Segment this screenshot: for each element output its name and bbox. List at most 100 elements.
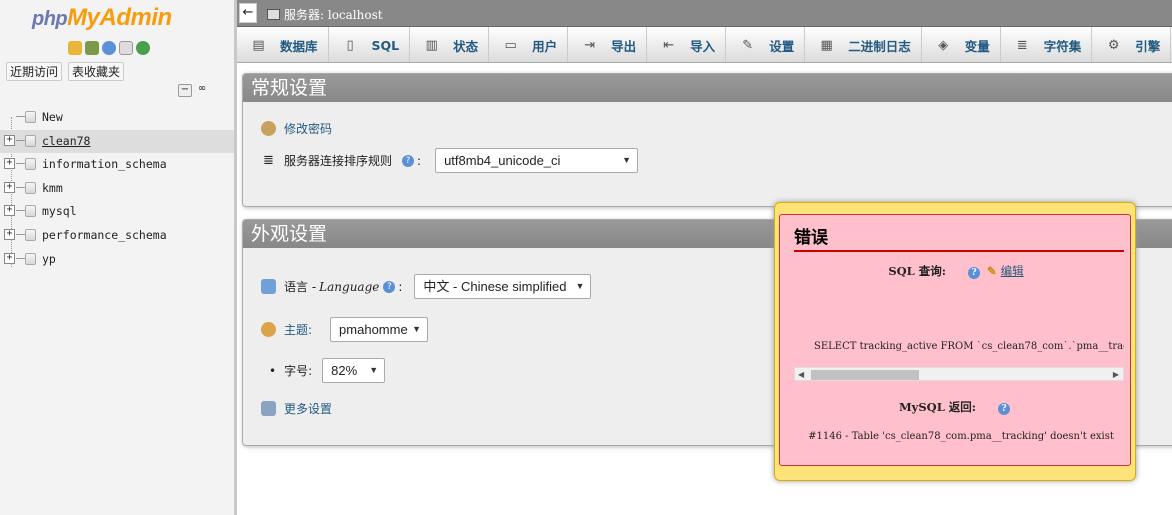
expand-icon[interactable]: + <box>4 158 15 170</box>
mysql-response-heading: MySQL 返回: ? <box>780 399 1132 415</box>
database-icon <box>25 134 36 147</box>
menu-item-label: 数据库 <box>280 38 318 54</box>
tree-item-label[interactable]: performance_schema <box>42 224 167 246</box>
help-icon[interactable] <box>102 41 116 55</box>
export-icon: ⇥ <box>584 37 596 53</box>
font-size-label: 字号: <box>284 364 313 378</box>
tree-item-label[interactable]: yp <box>42 248 56 270</box>
menu-item-label: 字符集 <box>1043 38 1082 54</box>
tree-item-label[interactable]: information_schema <box>42 153 167 175</box>
new-database-icon <box>25 111 36 123</box>
import-icon: ⇤ <box>663 37 675 53</box>
scroll-right-icon[interactable]: ▶ <box>1113 368 1119 381</box>
expand-icon[interactable]: + <box>4 252 15 264</box>
engine-icon: ⚙ <box>1107 37 1120 53</box>
collation-select[interactable]: utf8mb4_unicode_ci <box>435 148 639 173</box>
tab-charset[interactable]: ≣ 字符集 <box>1001 27 1093 62</box>
navigation-panel: phpMyAdmin 近期访问 表收藏夹 − ∞ New + clean78 + inf… <box>0 0 236 515</box>
tab-export[interactable]: ⇥ 导出 <box>568 27 648 62</box>
menu-item-label: 二进制日志 <box>848 38 911 54</box>
tree-item-label[interactable]: New <box>42 106 63 128</box>
tree-branch-line <box>16 186 25 188</box>
database-icon <box>25 158 36 171</box>
scroll-left-icon[interactable]: ◀ <box>798 368 804 381</box>
tree-item-label[interactable]: kmm <box>42 177 63 199</box>
sql-query-text: SELECT tracking_active FROM `cs_clean78_… <box>814 341 1124 352</box>
scrollbar-thumb[interactable] <box>811 370 919 380</box>
general-settings-title: 常规设置 <box>243 74 1172 102</box>
change-password-link[interactable]: 修改密码 <box>284 120 332 137</box>
charset-icon: ≣ <box>1016 37 1028 53</box>
nav-icon-bar <box>68 41 150 55</box>
edit-query-link[interactable]: 编辑 <box>1001 264 1024 278</box>
tree-branch-line <box>16 257 25 259</box>
theme-label[interactable]: 主题: <box>284 321 312 338</box>
expand-icon[interactable]: + <box>4 181 15 193</box>
tree-item[interactable]: + performance_schema <box>0 224 236 248</box>
more-settings-link[interactable]: 更多设置 <box>284 400 332 417</box>
change-password-row[interactable]: 修改密码 <box>261 120 332 137</box>
tab-favorites[interactable]: 表收藏夹 <box>68 62 125 81</box>
settings-icon: ✎ <box>742 37 754 53</box>
tab-settings[interactable]: ✎ 设置 <box>726 27 806 62</box>
docs-icon[interactable] <box>119 41 133 55</box>
tree-item[interactable]: + yp <box>0 248 236 272</box>
tree-item[interactable]: New <box>0 106 236 130</box>
tab-import[interactable]: ⇤ 导入 <box>647 27 727 62</box>
tab-binlog[interactable]: ▦ 二进制日志 <box>805 27 922 62</box>
menu-item-label: 变量 <box>964 38 990 54</box>
status-icon: ▥ <box>425 37 438 53</box>
expand-icon[interactable]: + <box>4 205 15 217</box>
font-size-select[interactable]: 82% <box>322 358 386 383</box>
general-settings-panel: 常规设置 修改密码 ≣ 服务器连接排序规则 ?: utf8mb4_unicode… <box>242 73 1172 207</box>
language-icon <box>261 279 276 294</box>
key-icon <box>261 121 276 136</box>
tab-database[interactable]: ▤ 数据库 <box>237 27 329 62</box>
reload-icon[interactable] <box>136 41 150 55</box>
pencil-icon[interactable]: ✎ <box>987 264 997 278</box>
tree-item[interactable]: + mysql <box>0 200 236 224</box>
language-label-italic: Language <box>319 279 380 294</box>
home-icon[interactable] <box>68 41 82 55</box>
bullet-icon: • <box>269 363 277 378</box>
sql-icon: ▯ <box>346 37 354 53</box>
logo-text-php: php <box>32 8 68 30</box>
tab-variables[interactable]: ◈ 变量 <box>922 27 1001 62</box>
tab-recent[interactable]: 近期访问 <box>6 62 63 81</box>
logo-text-myadmin: MyAdmin <box>67 4 172 31</box>
tree-item[interactable]: + information_schema <box>0 153 236 177</box>
tab-sql[interactable]: ▯ SQL <box>329 27 411 62</box>
mysql-help-icon[interactable]: ? <box>998 403 1011 415</box>
collation-label: 服务器连接排序规则 <box>284 154 393 168</box>
collapse-nav-button[interactable]: ← <box>239 3 257 23</box>
top-menu-tabs: ▤ 数据库 ▯ SQL ▥ 状态 ▭ 用户 ⇥ 导出 ⇤ 导入 ✎ 设置 ▦ 二进制日志 ◈ 变量 ≣ 字符集 ⚙ 引擎 <box>237 27 1172 63</box>
server-breadcrumb[interactable]: 服务器: localhost <box>267 6 383 23</box>
expand-icon[interactable]: + <box>4 228 15 240</box>
query-horizontal-scrollbar[interactable]: ◀ ▶ <box>794 367 1124 381</box>
more-settings-row[interactable]: 更多设置 <box>261 400 332 417</box>
tree-item[interactable]: + kmm <box>0 177 236 201</box>
language-select[interactable]: 中文 - Chinese simplified <box>414 274 592 299</box>
link-with-main-icon[interactable]: ∞ <box>195 84 209 97</box>
phpmyadmin-logo[interactable]: phpMyAdmin <box>32 4 172 32</box>
tab-users[interactable]: ▭ 用户 <box>489 27 569 62</box>
tree-item-label[interactable]: mysql <box>42 200 77 222</box>
language-help-icon[interactable]: ? <box>383 280 396 293</box>
tree-item-label[interactable]: clean78 <box>42 130 90 152</box>
logout-icon[interactable] <box>85 41 99 55</box>
expand-icon[interactable]: + <box>4 134 15 146</box>
theme-select[interactable]: pmahomme <box>330 317 429 342</box>
users-icon: ▭ <box>504 37 517 53</box>
collapse-all-icon[interactable]: − <box>178 84 192 97</box>
nav-resizer-handle[interactable] <box>234 0 237 515</box>
tree-item[interactable]: + clean78 <box>0 129 236 154</box>
language-row: 语言 - Language ?: 中文 - Chinese simplified <box>261 274 592 299</box>
wrench-icon <box>261 401 276 416</box>
tab-status[interactable]: ▥ 状态 <box>410 27 490 62</box>
menu-item-label: 导入 <box>690 38 716 54</box>
tab-engine[interactable]: ⚙ 引擎 <box>1092 27 1172 62</box>
nav-tree-tools: − ∞ <box>178 84 209 97</box>
collation-help-icon[interactable]: ? <box>402 154 415 167</box>
sql-help-icon[interactable]: ? <box>968 267 980 279</box>
database-tree: New + clean78 + information_schema + kmm + mysql… <box>0 106 236 271</box>
